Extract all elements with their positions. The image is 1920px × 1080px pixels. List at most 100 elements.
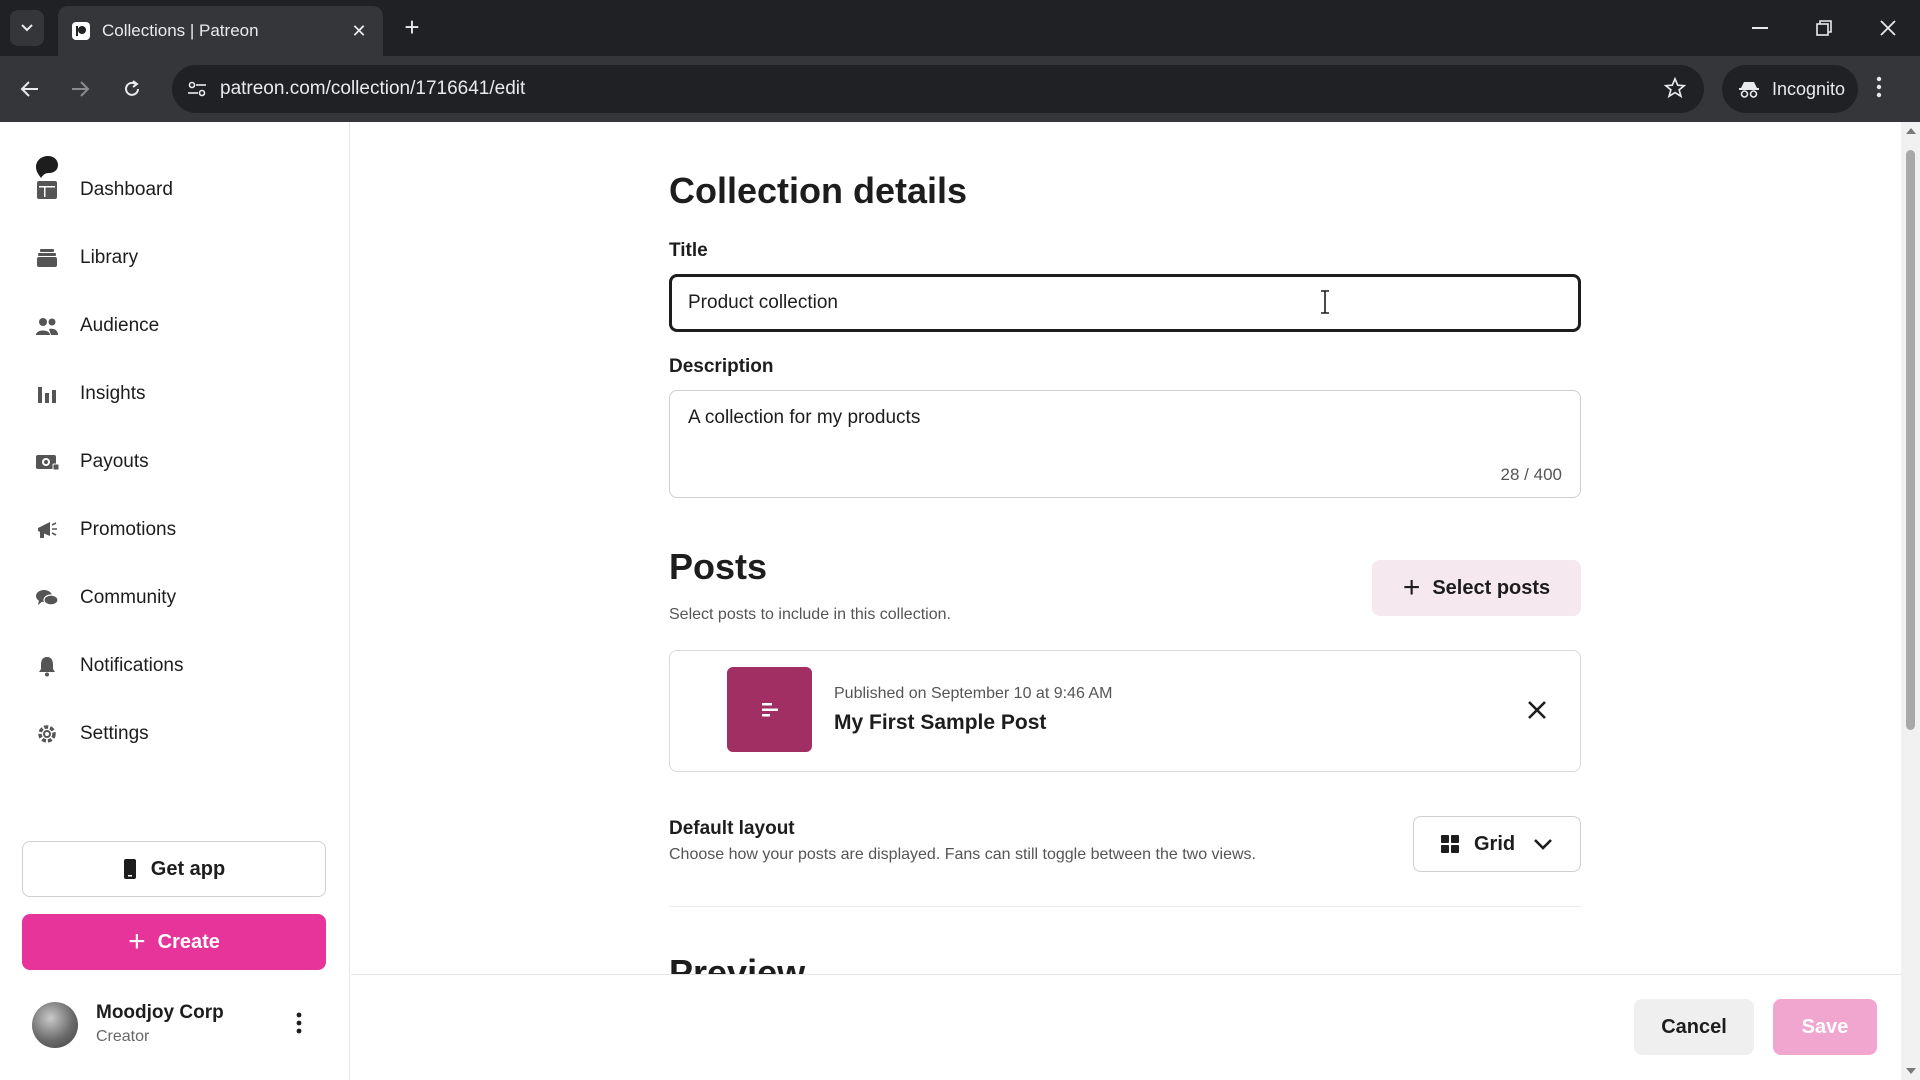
library-icon bbox=[34, 245, 60, 271]
page-scrollbar[interactable] bbox=[1901, 122, 1920, 1080]
description-label: Description bbox=[669, 356, 774, 377]
sidebar-item-insights[interactable]: Insights bbox=[22, 368, 332, 420]
restore-button[interactable] bbox=[1792, 0, 1856, 56]
sidebar-item-dashboard[interactable]: Dashboard bbox=[22, 164, 332, 216]
incognito-label: Incognito bbox=[1772, 78, 1846, 99]
sidebar-item-label: Community bbox=[80, 587, 177, 608]
minimize-icon bbox=[1752, 27, 1768, 29]
restore-icon bbox=[1816, 20, 1832, 36]
user-profile[interactable]: Moodjoy Corp Creator bbox=[32, 1000, 332, 1050]
close-icon bbox=[1880, 20, 1896, 36]
section-divider bbox=[669, 906, 1581, 907]
scrollbar-thumb[interactable] bbox=[1906, 150, 1915, 730]
post-thumbnail bbox=[727, 667, 812, 752]
plus-icon: + bbox=[1402, 571, 1421, 604]
back-button[interactable] bbox=[12, 71, 48, 107]
incognito-icon bbox=[1739, 82, 1759, 98]
sidebar-item-label: Settings bbox=[80, 723, 149, 744]
promotions-icon bbox=[34, 517, 60, 543]
new-tab-button[interactable]: + bbox=[396, 12, 428, 44]
get-app-button[interactable]: Get app bbox=[22, 841, 326, 897]
tab-title: Collections | Patreon bbox=[102, 21, 259, 40]
title-input[interactable] bbox=[669, 274, 1581, 332]
sidebar-item-label: Payouts bbox=[80, 451, 149, 472]
browser-toolbar: patreon.com/collection/1716641/edit Inco… bbox=[0, 56, 1920, 122]
browser-tab-bar: Collections | Patreon ✕ + bbox=[0, 0, 1920, 56]
character-count: 28 / 400 bbox=[1500, 465, 1562, 484]
default-layout-label: Default layout bbox=[669, 818, 795, 839]
sidebar-item-label: Audience bbox=[80, 315, 160, 336]
tab-search-button[interactable] bbox=[10, 10, 44, 46]
address-bar[interactable]: patreon.com/collection/1716641/edit bbox=[172, 65, 1704, 113]
settings-icon bbox=[34, 721, 60, 747]
cancel-button[interactable]: Cancel bbox=[1634, 999, 1754, 1055]
layout-dropdown[interactable]: Grid bbox=[1413, 816, 1581, 872]
phone-icon bbox=[123, 859, 136, 879]
insights-icon bbox=[34, 381, 60, 407]
sidebar-item-library[interactable]: Library bbox=[22, 232, 332, 284]
sidebar-item-promotions[interactable]: Promotions bbox=[22, 504, 332, 556]
sidebar-item-label: Promotions bbox=[80, 519, 177, 540]
more-options-icon[interactable] bbox=[296, 1012, 302, 1034]
text-post-icon bbox=[761, 702, 778, 716]
sidebar-item-label: Notifications bbox=[80, 655, 184, 676]
remove-post-close-icon[interactable] bbox=[1526, 699, 1548, 721]
reload-button[interactable] bbox=[114, 71, 150, 107]
sidebar-item-settings[interactable]: Settings bbox=[22, 708, 332, 760]
forward-button[interactable] bbox=[62, 71, 98, 107]
post-title: My First Sample Post bbox=[834, 711, 1047, 734]
page-title: Collection details bbox=[669, 170, 968, 211]
title-label: Title bbox=[669, 240, 708, 261]
sidebar-item-payouts[interactable]: Payouts bbox=[22, 436, 332, 488]
tab-close-icon[interactable]: ✕ bbox=[349, 21, 369, 42]
posts-heading: Posts bbox=[669, 546, 768, 587]
incognito-indicator[interactable]: Incognito bbox=[1722, 65, 1858, 113]
sidebar-item-community[interactable]: Community bbox=[22, 572, 332, 624]
sidebar-item-label: Library bbox=[80, 247, 139, 268]
main-content: Collection details Title Description A c… bbox=[351, 122, 1901, 1080]
dashboard-icon bbox=[34, 177, 60, 203]
posts-subtitle: Select posts to include in this collecti… bbox=[669, 606, 951, 623]
select-posts-button[interactable]: + Select posts bbox=[1372, 560, 1581, 616]
patreon-favicon-icon bbox=[72, 22, 90, 40]
post-card[interactable]: Published on September 10 at 9:46 AM My … bbox=[669, 650, 1581, 772]
audience-icon bbox=[34, 313, 60, 339]
description-textarea[interactable]: A collection for my products 28 / 400 bbox=[669, 390, 1581, 498]
notifications-icon bbox=[34, 653, 60, 679]
arrow-right-icon bbox=[72, 81, 90, 97]
get-app-label: Get app bbox=[150, 857, 226, 880]
create-button[interactable]: + Create bbox=[22, 914, 326, 970]
description-value[interactable]: A collection for my products bbox=[688, 407, 920, 429]
save-button[interactable]: Save bbox=[1773, 999, 1877, 1055]
browser-menu-icon[interactable] bbox=[1876, 75, 1882, 99]
create-label: Create bbox=[157, 930, 220, 953]
user-name: Moodjoy Corp bbox=[96, 1002, 224, 1023]
arrow-left-icon bbox=[20, 81, 38, 97]
reload-icon bbox=[125, 80, 139, 96]
scroll-up-arrow-icon[interactable] bbox=[1906, 128, 1916, 134]
plus-icon: + bbox=[128, 925, 146, 958]
scroll-down-arrow-icon[interactable] bbox=[1906, 1068, 1916, 1074]
sidebar-item-audience[interactable]: Audience bbox=[22, 300, 332, 352]
sidebar: Dashboard Library Audience Insights Payo… bbox=[0, 122, 350, 1080]
sidebar-item-label: Dashboard bbox=[80, 179, 173, 200]
bookmark-star-icon[interactable] bbox=[1664, 77, 1686, 99]
url-text[interactable]: patreon.com/collection/1716641/edit bbox=[220, 78, 525, 100]
text-cursor-icon bbox=[1319, 290, 1331, 314]
select-posts-label: Select posts bbox=[1432, 576, 1551, 599]
sidebar-item-notifications[interactable]: Notifications bbox=[22, 640, 332, 692]
browser-tab[interactable]: Collections | Patreon ✕ bbox=[58, 6, 383, 56]
minimize-button[interactable] bbox=[1728, 0, 1792, 56]
post-published-date: Published on September 10 at 9:46 AM bbox=[834, 685, 1113, 702]
user-role: Creator bbox=[96, 1028, 150, 1045]
sidebar-item-label: Insights bbox=[80, 383, 146, 404]
chevron-down-icon bbox=[1533, 838, 1553, 850]
payouts-icon bbox=[34, 449, 60, 475]
community-icon bbox=[34, 585, 60, 611]
chevron-down-icon bbox=[21, 24, 33, 32]
avatar[interactable] bbox=[32, 1002, 78, 1048]
site-settings-icon[interactable] bbox=[184, 77, 210, 101]
layout-value: Grid bbox=[1474, 832, 1516, 855]
close-window-button[interactable] bbox=[1856, 0, 1920, 56]
action-bar: Cancel Save bbox=[351, 974, 1901, 1080]
